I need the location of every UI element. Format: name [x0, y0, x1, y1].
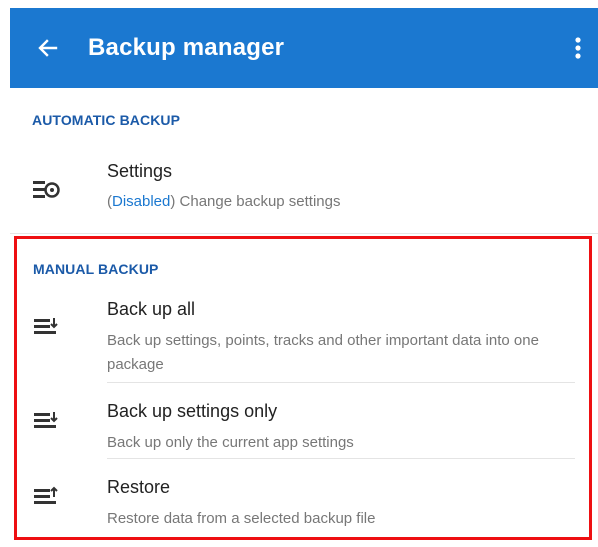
- backup-all-title: Back up all: [107, 299, 196, 319]
- restore-row[interactable]: Restore Restore data from a selected bac…: [14, 477, 598, 535]
- automatic-backup-section: AUTOMATIC BACKUP Settings (Disabled) Cha…: [10, 88, 598, 234]
- app-bar: Backup manager: [10, 8, 598, 88]
- settings-title: Settings: [107, 161, 173, 181]
- divider: [107, 458, 575, 459]
- backup-manager-screen: Backup manager AUTOMATIC BACKUP Settings…: [10, 8, 598, 547]
- section-header-manual: MANUAL BACKUP: [33, 261, 159, 277]
- restore-description: Restore data from a selected backup file: [107, 510, 376, 527]
- more-options-button[interactable]: [558, 8, 598, 88]
- settings-description-text: Change backup settings: [175, 193, 341, 210]
- backup-settings-only-row[interactable]: Back up settings only Back up only the c…: [14, 401, 598, 459]
- backup-settings-only-description: Back up only the current app settings: [107, 434, 354, 451]
- restore-title: Restore: [107, 477, 171, 497]
- divider: [107, 382, 575, 383]
- back-button[interactable]: [18, 8, 78, 88]
- list-download-icon: [33, 315, 61, 339]
- list-upload-icon: [33, 485, 61, 509]
- settings-row[interactable]: Settings (Disabled) Change backup settin…: [10, 158, 598, 218]
- page-title: Backup manager: [88, 34, 285, 61]
- backup-all-description: Back up settings, points, tracks and oth…: [107, 332, 539, 373]
- list-download-icon: [33, 409, 61, 433]
- more-vert-icon: [575, 37, 581, 59]
- manual-backup-section: MANUAL BACKUP Back up all Back up settin…: [14, 236, 592, 540]
- settings-description: (Disabled) Change backup settings: [107, 193, 341, 210]
- backup-settings-only-title: Back up settings only: [107, 401, 278, 421]
- section-header-automatic: AUTOMATIC BACKUP: [32, 112, 181, 128]
- backup-all-row[interactable]: Back up all Back up settings, points, tr…: [14, 299, 598, 383]
- arrow-left-icon: [38, 39, 58, 57]
- settings-sliders-icon: [32, 178, 60, 202]
- settings-status: Disabled: [112, 193, 171, 210]
